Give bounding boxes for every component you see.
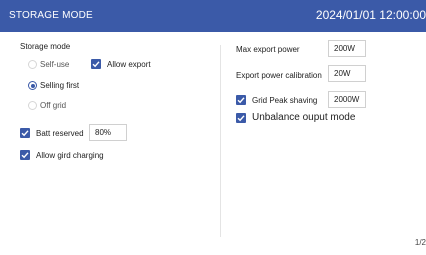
checkmark-icon (92, 61, 100, 68)
checkmark-icon (21, 152, 29, 159)
grid-peak-shaving-input[interactable]: 2000W (328, 91, 366, 108)
grid-peak-shaving-checkbox[interactable] (236, 95, 246, 105)
export-power-calibration-label: Export power calibration (236, 71, 322, 80)
radio-off-grid-label[interactable]: Off grid (40, 101, 66, 110)
batt-reserved-input[interactable]: 80% (89, 124, 127, 141)
max-export-power-label: Max export power (236, 45, 300, 54)
allow-grid-charging-label[interactable]: Allow gird charging (36, 151, 104, 160)
allow-export-checkbox[interactable] (91, 59, 101, 69)
radio-self-use[interactable] (28, 60, 37, 69)
allow-grid-charging-checkbox[interactable] (20, 150, 30, 160)
datetime-display: 2024/01/01 12:00:00 (315, 8, 426, 22)
header-bar: STORAGE MODE 2024/01/01 12:00:00 (0, 0, 426, 32)
storage-mode-label: Storage mode (20, 42, 71, 51)
unbalance-output-mode-label[interactable]: Unbalance ouput mode (252, 112, 355, 123)
grid-peak-shaving-label[interactable]: Grid Peak shaving (252, 96, 317, 105)
checkmark-icon (21, 130, 29, 137)
radio-self-use-label[interactable]: Self-use (40, 60, 69, 69)
page-indicator: 1/2 (414, 238, 426, 247)
unbalance-output-mode-checkbox[interactable] (236, 113, 246, 123)
radio-selling-first[interactable] (28, 81, 37, 90)
radio-off-grid[interactable] (28, 101, 37, 110)
page-title: STORAGE MODE (9, 10, 93, 21)
max-export-power-input[interactable]: 200W (328, 40, 366, 57)
column-divider (220, 45, 221, 237)
checkmark-icon (237, 115, 245, 122)
batt-reserved-label[interactable]: Batt reserved (36, 129, 84, 138)
checkmark-icon (237, 97, 245, 104)
export-power-calibration-input[interactable]: 20W (328, 65, 366, 82)
batt-reserved-checkbox[interactable] (20, 128, 30, 138)
radio-selling-first-label[interactable]: Selling first (40, 81, 79, 90)
allow-export-label[interactable]: Allow export (107, 60, 151, 69)
